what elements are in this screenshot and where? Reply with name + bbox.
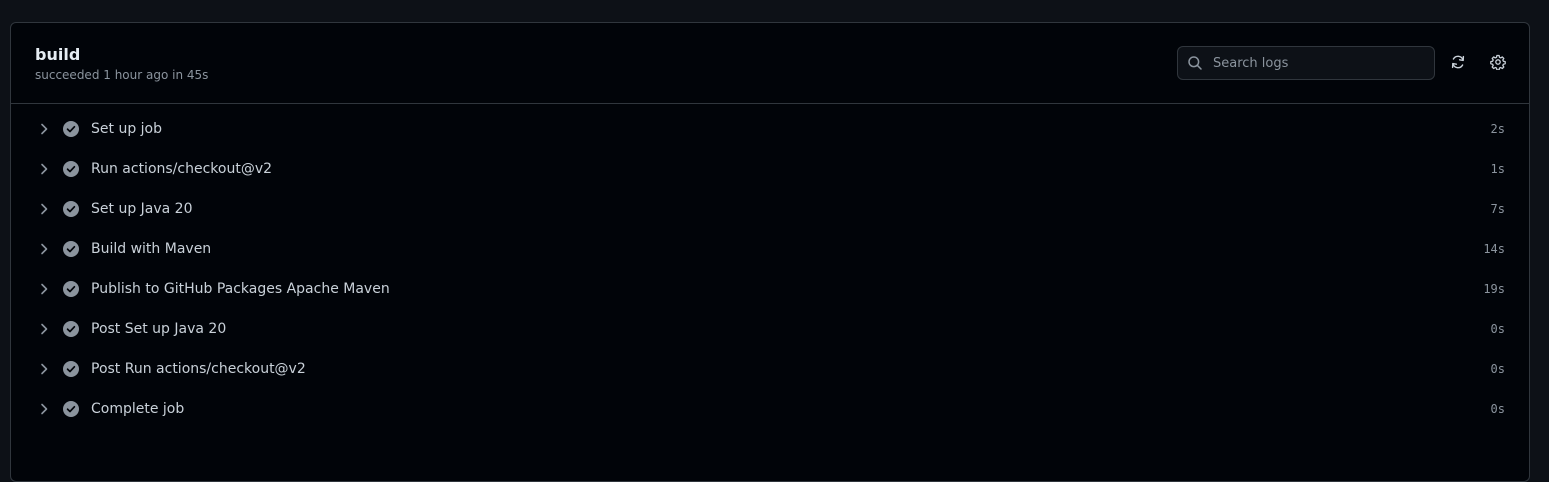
step-name: Set up Java 20 bbox=[91, 201, 193, 217]
step-row[interactable]: Post Set up Java 20 0s bbox=[11, 309, 1529, 349]
search-box[interactable] bbox=[1177, 46, 1435, 80]
job-title: build bbox=[35, 45, 81, 64]
search-icon bbox=[1187, 55, 1203, 71]
step-duration: 0s bbox=[1490, 322, 1505, 336]
step-row[interactable]: Post Run actions/checkout@v2 0s bbox=[11, 349, 1529, 389]
gear-icon bbox=[1490, 54, 1506, 74]
check-circle-icon bbox=[63, 281, 79, 297]
job-header: build succeeded 1 hour ago in 45s bbox=[11, 23, 1529, 104]
check-circle-icon bbox=[63, 161, 79, 177]
step-duration: 14s bbox=[1483, 242, 1505, 256]
refresh-button[interactable] bbox=[1447, 53, 1469, 75]
step-row[interactable]: Complete job 0s bbox=[11, 389, 1529, 429]
step-row[interactable]: Publish to GitHub Packages Apache Maven … bbox=[11, 269, 1529, 309]
chevron-right-icon[interactable] bbox=[36, 121, 52, 137]
step-duration: 19s bbox=[1483, 282, 1505, 296]
step-name: Build with Maven bbox=[91, 241, 212, 257]
job-panel: build succeeded 1 hour ago in 45s Search… bbox=[10, 22, 1530, 482]
step-name: Set up job bbox=[91, 121, 162, 137]
chevron-right-icon[interactable] bbox=[36, 401, 52, 417]
step-duration: 7s bbox=[1490, 202, 1505, 216]
step-duration: 1s bbox=[1490, 162, 1505, 176]
chevron-right-icon[interactable] bbox=[36, 161, 52, 177]
step-duration: 0s bbox=[1490, 402, 1505, 416]
step-name: Run actions/checkout@v2 bbox=[91, 161, 273, 177]
check-circle-icon bbox=[63, 201, 79, 217]
step-duration: 2s bbox=[1490, 122, 1505, 136]
chevron-right-icon[interactable] bbox=[36, 201, 52, 217]
step-row[interactable]: Build with Maven 14s bbox=[11, 229, 1529, 269]
step-row[interactable]: Run actions/checkout@v2 1s bbox=[11, 149, 1529, 189]
check-circle-icon bbox=[63, 121, 79, 137]
chevron-right-icon[interactable] bbox=[36, 281, 52, 297]
chevron-right-icon[interactable] bbox=[36, 361, 52, 377]
chevron-right-icon[interactable] bbox=[36, 241, 52, 257]
check-circle-icon bbox=[63, 321, 79, 337]
check-circle-icon bbox=[63, 401, 79, 417]
refresh-icon bbox=[1450, 54, 1466, 74]
chevron-right-icon[interactable] bbox=[36, 321, 52, 337]
job-status: succeeded 1 hour ago in 45s bbox=[35, 68, 209, 82]
steps-list: Set up job 2s Run actions/checkout@v2 1s bbox=[11, 109, 1529, 429]
check-circle-icon bbox=[63, 361, 79, 377]
settings-button[interactable] bbox=[1487, 53, 1509, 75]
step-row[interactable]: Set up job 2s bbox=[11, 109, 1529, 149]
step-name: Post Run actions/checkout@v2 bbox=[91, 361, 306, 377]
step-name: Publish to GitHub Packages Apache Maven bbox=[91, 281, 390, 297]
step-duration: 0s bbox=[1490, 362, 1505, 376]
step-name: Post Set up Java 20 bbox=[91, 321, 227, 337]
check-circle-icon bbox=[63, 241, 79, 257]
step-row[interactable]: Set up Java 20 7s bbox=[11, 189, 1529, 229]
step-name: Complete job bbox=[91, 401, 185, 417]
search-input[interactable] bbox=[1211, 54, 1425, 72]
